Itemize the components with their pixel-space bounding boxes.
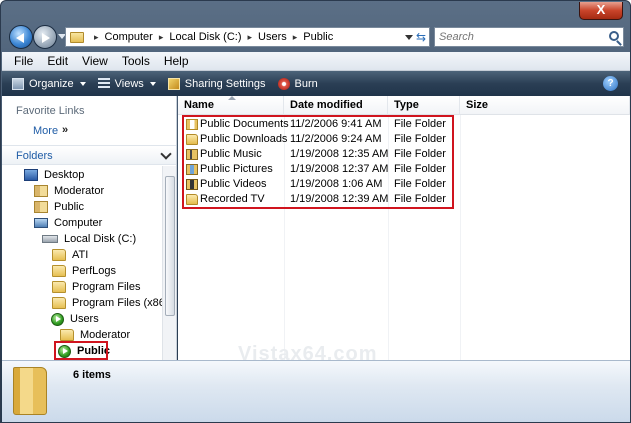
search-icon[interactable] <box>609 31 619 41</box>
sort-ascending-icon <box>228 96 236 100</box>
views-label: Views <box>114 77 144 90</box>
menu-tools[interactable]: Tools <box>122 54 150 68</box>
menu-help[interactable]: Help <box>164 54 189 68</box>
column-label: Type <box>394 99 419 111</box>
command-bar: Organize Views Sharing Settings Burn ? <box>2 71 630 96</box>
tree-item-label: Public <box>54 201 84 213</box>
folders-label: Folders <box>16 150 53 162</box>
tree-item-users[interactable]: Users <box>51 311 99 327</box>
menu-view[interactable]: View <box>82 54 108 68</box>
tree-item-label: Moderator <box>80 329 131 341</box>
disc-icon <box>277 77 290 90</box>
details-pane: 6 items <box>2 360 630 422</box>
explorer-window: X ▸ Computer ▸ Local Disk (C:) ▸ Users ▸… <box>0 0 631 423</box>
tree-item-label: Local Disk (C:) <box>64 233 137 245</box>
tree-item-label: ATI <box>72 249 89 261</box>
folder-icon <box>52 281 66 293</box>
favorite-links-header: Favorite Links <box>16 105 85 117</box>
column-header-name[interactable]: Name <box>178 96 284 115</box>
burn-button[interactable]: Burn <box>277 77 318 90</box>
item-count: 6 items <box>73 369 111 381</box>
tree-item-desktop[interactable]: Desktop <box>24 167 84 183</box>
double-chevron-icon[interactable]: » <box>62 124 68 136</box>
tree-item-label: PerfLogs <box>72 265 117 277</box>
tree-item-public[interactable]: Public <box>34 199 84 215</box>
views-button[interactable]: Views <box>97 77 156 90</box>
column-header-size[interactable]: Size <box>460 96 630 115</box>
crumb-separator[interactable]: ▸ <box>159 32 164 43</box>
menu-edit[interactable]: Edit <box>47 54 68 68</box>
help-icon[interactable]: ? <box>603 76 618 91</box>
scrollbar-thumb[interactable] <box>165 176 175 316</box>
folder-icon <box>52 265 66 277</box>
tree-item-perflogs[interactable]: PerfLogs <box>52 263 116 279</box>
green-arrow-icon <box>51 312 64 326</box>
close-button[interactable]: X <box>579 2 623 20</box>
menu-bar: File Edit View Tools Help <box>2 52 630 71</box>
folder-icon <box>52 249 66 261</box>
breadcrumb-local-disk[interactable]: Local Disk (C:) <box>169 31 241 43</box>
burn-label: Burn <box>294 77 318 90</box>
menu-file[interactable]: File <box>14 54 33 68</box>
nav-scrollbar[interactable] <box>162 166 176 360</box>
column-label: Date modified <box>290 99 363 111</box>
folder-icon <box>52 297 66 309</box>
tree-item-label: Moderator <box>54 185 105 197</box>
tree-item-ati[interactable]: ATI <box>52 247 88 263</box>
computer-icon <box>34 218 48 228</box>
search-box[interactable] <box>434 27 624 47</box>
file-list: Name Date modified Type Size Public Docu… <box>178 96 630 365</box>
sharing-icon <box>167 77 180 90</box>
column-label: Name <box>184 99 214 111</box>
organize-icon <box>12 77 24 90</box>
column-header-date-modified[interactable]: Date modified <box>284 96 388 115</box>
tree-item-program-files-x86[interactable]: Program Files (x86) <box>52 295 169 311</box>
drive-icon <box>42 235 58 243</box>
folder-icon <box>70 31 84 43</box>
navigation-pane: Favorite Links More » Folders Desktop Mo… <box>2 96 177 360</box>
tree-item-label: Program Files <box>72 281 141 293</box>
organize-button[interactable]: Organize <box>12 77 86 90</box>
address-bar[interactable]: ▸ Computer ▸ Local Disk (C:) ▸ Users ▸ P… <box>65 27 430 47</box>
search-input[interactable] <box>435 28 595 46</box>
tree-item-moderator[interactable]: Moderator <box>34 183 104 199</box>
chevron-down-icon[interactable] <box>405 35 413 40</box>
back-button[interactable] <box>9 25 33 49</box>
highlight-box-folders <box>182 115 454 209</box>
views-icon <box>97 77 110 90</box>
sharing-settings-button[interactable]: Sharing Settings <box>167 77 266 90</box>
crumb-separator[interactable]: ▸ <box>293 32 298 43</box>
folders-header[interactable]: Folders <box>2 145 176 165</box>
column-label: Size <box>466 99 489 111</box>
crumb-separator[interactable]: ▸ <box>94 32 99 43</box>
user-folder-icon <box>34 201 48 213</box>
user-folder-icon <box>34 185 48 197</box>
breadcrumb-public[interactable]: Public <box>303 31 333 43</box>
column-header-type[interactable]: Type <box>388 96 460 115</box>
organize-label: Organize <box>29 77 74 90</box>
folder-icon <box>60 329 74 341</box>
tree-item-local-disk[interactable]: Local Disk (C:) <box>42 231 136 247</box>
tree-item-program-files[interactable]: Program Files <box>52 279 140 295</box>
tree-item-label: Computer <box>54 217 103 229</box>
tree-item-label: Program Files (x86) <box>72 297 169 309</box>
chevron-down-icon <box>149 81 156 86</box>
highlight-box-public <box>54 341 108 360</box>
tree-item-label: Desktop <box>44 169 85 181</box>
breadcrumb-users[interactable]: Users <box>258 31 287 43</box>
breadcrumb-computer[interactable]: Computer <box>105 31 153 43</box>
tree-item-computer[interactable]: Computer <box>34 215 102 231</box>
forward-button[interactable] <box>33 25 57 49</box>
desktop-icon <box>24 169 38 181</box>
chevron-down-icon[interactable] <box>160 148 172 160</box>
sharing-label: Sharing Settings <box>184 77 266 90</box>
more-link[interactable]: More <box>33 125 58 137</box>
large-folder-icon <box>13 367 47 415</box>
tree-item-label: Users <box>70 313 99 325</box>
chevron-down-icon <box>79 81 86 86</box>
refresh-icon[interactable]: ⇆ <box>416 30 426 44</box>
crumb-separator[interactable]: ▸ <box>247 32 252 43</box>
